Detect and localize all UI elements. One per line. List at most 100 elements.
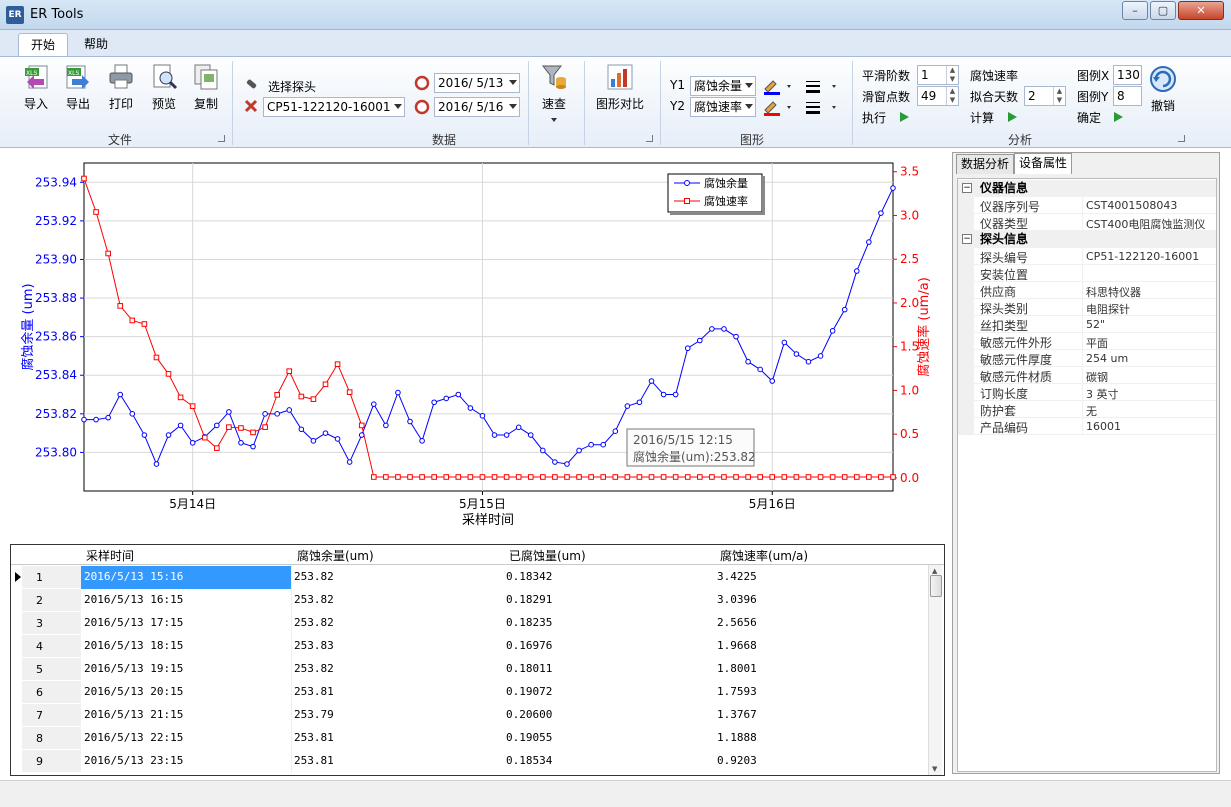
data-point[interactable]: [274, 411, 280, 417]
property-divider[interactable]: [1082, 316, 1083, 333]
tab-help[interactable]: 帮助: [72, 33, 120, 56]
data-point[interactable]: [431, 474, 437, 480]
data-point[interactable]: [383, 474, 389, 480]
data-point[interactable]: [407, 474, 413, 480]
property-row[interactable]: 探头编号 CP51-122120-16001: [958, 248, 1216, 265]
execute-button[interactable]: 执行: [862, 109, 886, 126]
property-divider[interactable]: [1082, 299, 1083, 316]
cell-rate[interactable]: 3.4225: [717, 570, 757, 583]
data-point[interactable]: [141, 432, 148, 438]
quick-query-button[interactable]: 速查: [536, 63, 572, 122]
property-row[interactable]: 防护套 无: [958, 401, 1216, 418]
property-divider[interactable]: [1082, 265, 1083, 282]
data-point[interactable]: [588, 474, 594, 480]
row-number[interactable]: 4: [22, 635, 81, 658]
cell-rate[interactable]: 1.3767: [717, 708, 757, 721]
data-point[interactable]: [105, 250, 111, 257]
row-number[interactable]: 2: [22, 589, 81, 612]
data-point[interactable]: [226, 424, 232, 430]
data-point[interactable]: [141, 321, 148, 327]
data-point[interactable]: [238, 425, 244, 431]
row-number[interactable]: 3: [22, 612, 81, 635]
row-number[interactable]: 7: [22, 704, 81, 727]
cell-rate[interactable]: 2.5656: [717, 616, 757, 629]
data-point[interactable]: [624, 474, 631, 480]
data-point[interactable]: [805, 474, 812, 480]
data-point[interactable]: [419, 474, 425, 480]
data-point[interactable]: [322, 381, 329, 388]
property-value[interactable]: 254 um: [1086, 352, 1128, 365]
data-point[interactable]: [684, 474, 691, 480]
property-row[interactable]: 敏感元件厚度 254 um: [958, 350, 1216, 367]
cell-remaining[interactable]: 253.79: [294, 708, 334, 721]
minimize-button[interactable]: –: [1122, 1, 1148, 20]
vertical-scrollbar[interactable]: ▲ ▼: [928, 565, 942, 775]
data-point[interactable]: [443, 395, 450, 402]
data-point[interactable]: [346, 459, 353, 465]
fit-days-stepper[interactable]: 2 ▲ ▼: [1024, 86, 1066, 106]
y2-color-picker[interactable]: [762, 98, 794, 116]
data-point[interactable]: [576, 447, 582, 454]
end-date-picker[interactable]: 2016/ 5/16: [434, 97, 520, 117]
data-point[interactable]: [310, 438, 317, 444]
close-button[interactable]: ✕: [1178, 1, 1224, 20]
table-row[interactable]: 8 2016/5/13 22:15 253.81 0.19055 1.1888: [11, 727, 929, 750]
print-button[interactable]: 打印: [103, 63, 139, 112]
data-point[interactable]: [576, 474, 582, 480]
data-point[interactable]: [515, 474, 522, 480]
collapse-icon[interactable]: −: [962, 234, 972, 244]
data-point[interactable]: [878, 474, 884, 480]
data-point[interactable]: [709, 474, 715, 480]
cell-remaining[interactable]: 253.81: [294, 754, 334, 767]
data-point[interactable]: [841, 306, 848, 313]
data-point[interactable]: [286, 368, 293, 374]
table-row[interactable]: 4 2016/5/13 18:15 253.83 0.16976 1.9668: [11, 635, 929, 658]
property-row[interactable]: 订购长度 3 英寸: [958, 384, 1216, 401]
cell-rate[interactable]: 1.1888: [717, 731, 757, 744]
cell-time[interactable]: 2016/5/13 23:15: [81, 750, 292, 773]
cell-rate[interactable]: 1.8001: [717, 662, 757, 675]
data-point[interactable]: [805, 358, 812, 365]
window-points-stepper[interactable]: 49 ▲ ▼: [917, 86, 959, 106]
column-header-time[interactable]: 采样时间: [86, 547, 134, 564]
cell-corroded[interactable]: 0.18342: [506, 570, 552, 583]
property-value[interactable]: 科思特仪器: [1086, 284, 1141, 300]
data-point[interactable]: [564, 474, 570, 480]
play-icon[interactable]: [900, 112, 909, 122]
preview-button[interactable]: 预览: [146, 63, 182, 112]
data-point[interactable]: [358, 422, 365, 429]
calculate-button[interactable]: 计算: [970, 109, 994, 126]
data-point[interactable]: [117, 391, 124, 398]
chart-compare-button[interactable]: 图形对比: [594, 63, 646, 112]
data-point[interactable]: [612, 428, 619, 434]
cell-rate[interactable]: 0.9203: [717, 754, 757, 767]
data-point[interactable]: [467, 405, 474, 411]
cell-rate[interactable]: 1.7593: [717, 685, 757, 698]
cell-corroded[interactable]: 0.18235: [506, 616, 552, 629]
column-header-rate[interactable]: 腐蚀速率(um/a): [720, 547, 808, 564]
data-point[interactable]: [455, 391, 462, 398]
data-point[interactable]: [491, 432, 498, 438]
table-row[interactable]: 6 2016/5/13 20:15 253.81 0.19072 1.7593: [11, 681, 929, 704]
property-value[interactable]: CST4001508043: [1086, 199, 1177, 212]
data-point[interactable]: [250, 443, 256, 450]
data-point[interactable]: [334, 361, 341, 367]
probe-select[interactable]: CP51-122120-16001: [263, 97, 405, 117]
data-point[interactable]: [165, 432, 172, 438]
data-point[interactable]: [431, 399, 437, 406]
property-divider[interactable]: [1082, 350, 1083, 367]
data-point[interactable]: [829, 328, 836, 334]
data-point[interactable]: [781, 339, 788, 346]
data-point[interactable]: [757, 366, 763, 373]
data-point[interactable]: [552, 459, 558, 465]
data-point[interactable]: [214, 445, 220, 451]
data-point[interactable]: [395, 474, 401, 480]
data-point[interactable]: [841, 474, 848, 480]
cell-remaining[interactable]: 253.82: [294, 593, 334, 606]
data-point[interactable]: [298, 393, 305, 400]
data-point[interactable]: [165, 371, 172, 377]
tab-data-analysis[interactable]: 数据分析: [956, 154, 1015, 174]
data-point[interactable]: [479, 412, 486, 419]
data-point[interactable]: [177, 394, 184, 401]
data-point[interactable]: [238, 439, 244, 446]
